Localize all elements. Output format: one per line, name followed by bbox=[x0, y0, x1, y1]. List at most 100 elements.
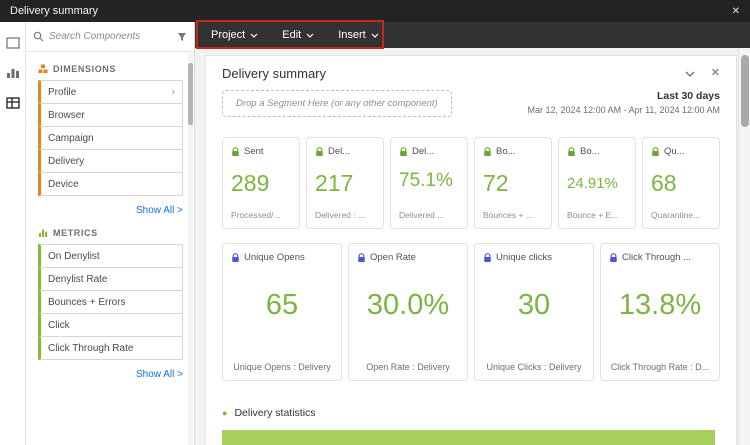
card-subtitle: Unique Opens : Delivery bbox=[231, 362, 333, 372]
summary-card-delivered-rate[interactable]: Del... 75.1% Delivered ... bbox=[390, 137, 468, 229]
lock-icon bbox=[357, 253, 366, 263]
chevron-right-icon: > bbox=[177, 369, 183, 380]
panel-title: Delivery summary bbox=[222, 66, 326, 81]
metrics-icon bbox=[38, 228, 48, 238]
metrics-header: METRICS bbox=[38, 228, 194, 238]
dimension-item-delivery[interactable]: Delivery bbox=[38, 149, 183, 173]
filter-icon[interactable] bbox=[177, 32, 187, 42]
kpi-card-unique-clicks[interactable]: Unique clicks 30 Unique Clicks : Deliver… bbox=[474, 243, 594, 381]
card-title: Click Through ... bbox=[622, 252, 691, 263]
summary-card-bounces[interactable]: Bo... 72 Bounces + ... bbox=[474, 137, 552, 229]
card-value: 68 bbox=[651, 170, 711, 197]
delivery-summary-panel: Delivery summary ✕ Drop a Segment Here (… bbox=[205, 55, 737, 445]
lock-icon bbox=[609, 253, 618, 263]
close-icon[interactable]: ✕ bbox=[732, 6, 740, 17]
chevron-down-icon bbox=[371, 33, 379, 38]
kpi-card-unique-opens[interactable]: Unique Opens 65 Unique Opens : Delivery bbox=[222, 243, 342, 381]
menu-project[interactable]: Project bbox=[211, 29, 258, 41]
lock-icon bbox=[567, 147, 576, 157]
card-value: 30.0% bbox=[357, 289, 459, 322]
metric-item-click[interactable]: Click bbox=[38, 313, 183, 337]
lock-icon bbox=[399, 147, 408, 157]
dimension-item-label: Delivery bbox=[48, 156, 84, 167]
metric-item-label: Click bbox=[48, 320, 70, 331]
chevron-down-icon bbox=[306, 33, 314, 38]
main-scrollbar-thumb[interactable] bbox=[741, 55, 749, 127]
chevron-right-icon: › bbox=[171, 87, 175, 98]
menu-bar: Project Edit Insert bbox=[195, 22, 750, 48]
chevron-down-icon bbox=[685, 71, 695, 77]
metric-item-click-through-rate[interactable]: Click Through Rate bbox=[38, 336, 183, 360]
components-scrollbar[interactable] bbox=[188, 53, 193, 445]
metric-item-on-denylist[interactable]: On Denylist bbox=[38, 244, 183, 268]
kpi-card-open-rate[interactable]: Open Rate 30.0% Open Rate : Delivery bbox=[348, 243, 468, 381]
search-icon bbox=[33, 31, 44, 42]
card-title: Unique Opens bbox=[244, 252, 305, 263]
card-subtitle: Click Through Rate : D... bbox=[609, 362, 711, 372]
card-title: Unique clicks bbox=[496, 252, 552, 263]
show-all-label: Show All bbox=[136, 205, 174, 216]
menu-insert[interactable]: Insert bbox=[338, 29, 379, 41]
panel-subheader: Drop a Segment Here (or any other compon… bbox=[222, 90, 720, 117]
panel-collapse-button[interactable] bbox=[685, 71, 695, 77]
card-subtitle: Quarantine... bbox=[651, 210, 711, 220]
lock-icon bbox=[651, 147, 660, 157]
dimensions-header-label: DIMENSIONS bbox=[53, 64, 116, 74]
summary-card-delivered[interactable]: Del... 217 Delivered : ... bbox=[306, 137, 384, 229]
main-scrollbar[interactable] bbox=[738, 48, 750, 445]
lock-icon bbox=[315, 147, 324, 157]
components-scrollbar-thumb[interactable] bbox=[188, 63, 193, 125]
metrics-show-all-link[interactable]: Show All > bbox=[38, 369, 183, 380]
dimensions-show-all-link[interactable]: Show All > bbox=[38, 205, 183, 216]
card-title: Bo... bbox=[580, 146, 600, 157]
dimension-item-label: Browser bbox=[48, 110, 85, 121]
card-subtitle: Bounces + ... bbox=[483, 210, 543, 220]
chevron-right-icon: > bbox=[177, 205, 183, 216]
dimension-item-profile[interactable]: Profile › bbox=[38, 80, 183, 104]
show-all-label: Show All bbox=[136, 369, 174, 380]
dimension-item-label: Profile bbox=[48, 87, 76, 98]
date-range[interactable]: Last 30 days Mar 12, 2024 12:00 AM - Apr… bbox=[528, 90, 720, 115]
top-bar: Delivery summary ✕ bbox=[0, 0, 750, 22]
metrics-section: METRICS On Denylist Denylist Rate Bounce… bbox=[26, 216, 194, 380]
card-subtitle: Unique Clicks : Delivery bbox=[483, 362, 585, 372]
card-value: 75.1% bbox=[399, 170, 459, 192]
metric-item-label: Bounces + Errors bbox=[48, 297, 126, 308]
app-window: Delivery summary ✕ Project Edit Insert bbox=[0, 0, 750, 445]
visualizations-icon[interactable] bbox=[5, 66, 21, 80]
card-value: 289 bbox=[231, 170, 291, 197]
card-title: Del... bbox=[412, 146, 434, 157]
dimensions-header: DIMENSIONS bbox=[38, 64, 194, 74]
legend-bullet-icon: ● bbox=[222, 409, 227, 418]
card-subtitle: Bounce + E... bbox=[567, 210, 627, 220]
card-value: 217 bbox=[315, 170, 375, 197]
card-subtitle: Delivered : ... bbox=[315, 210, 375, 220]
search-input[interactable] bbox=[49, 31, 172, 42]
search-row bbox=[26, 22, 194, 52]
dimension-item-label: Campaign bbox=[48, 133, 94, 144]
summary-card-sent[interactable]: Sent 289 Processed/... bbox=[222, 137, 300, 229]
metric-item-denylist-rate[interactable]: Denylist Rate bbox=[38, 267, 183, 291]
summary-card-bounce-rate[interactable]: Bo... 24.91% Bounce + E... bbox=[558, 137, 636, 229]
panel-close-button[interactable]: ✕ bbox=[711, 68, 720, 79]
metric-item-bounces-errors[interactable]: Bounces + Errors bbox=[38, 290, 183, 314]
menu-edit-label: Edit bbox=[282, 29, 301, 41]
menu-insert-label: Insert bbox=[338, 29, 366, 41]
dimension-item-campaign[interactable]: Campaign bbox=[38, 126, 183, 150]
card-title: Sent bbox=[244, 146, 264, 157]
panel-header: Delivery summary ✕ bbox=[222, 66, 720, 81]
summary-card-quarantine[interactable]: Qu... 68 Quarantine... bbox=[642, 137, 720, 229]
components-icon[interactable] bbox=[5, 96, 21, 110]
date-range-detail: Mar 12, 2024 12:00 AM - Apr 11, 2024 12:… bbox=[528, 105, 720, 115]
lock-icon bbox=[231, 253, 240, 263]
card-title: Bo... bbox=[496, 146, 516, 157]
window-title: Delivery summary bbox=[10, 5, 98, 17]
kpi-card-click-through[interactable]: Click Through ... 13.8% Click Through Ra… bbox=[600, 243, 720, 381]
dimension-item-device[interactable]: Device bbox=[38, 172, 183, 196]
menu-edit[interactable]: Edit bbox=[282, 29, 314, 41]
panels-icon[interactable] bbox=[5, 36, 21, 50]
card-value: 13.8% bbox=[609, 289, 711, 322]
segment-drop-zone[interactable]: Drop a Segment Here (or any other compon… bbox=[222, 90, 452, 117]
dimension-item-browser[interactable]: Browser bbox=[38, 103, 183, 127]
metric-item-label: Click Through Rate bbox=[48, 343, 133, 354]
